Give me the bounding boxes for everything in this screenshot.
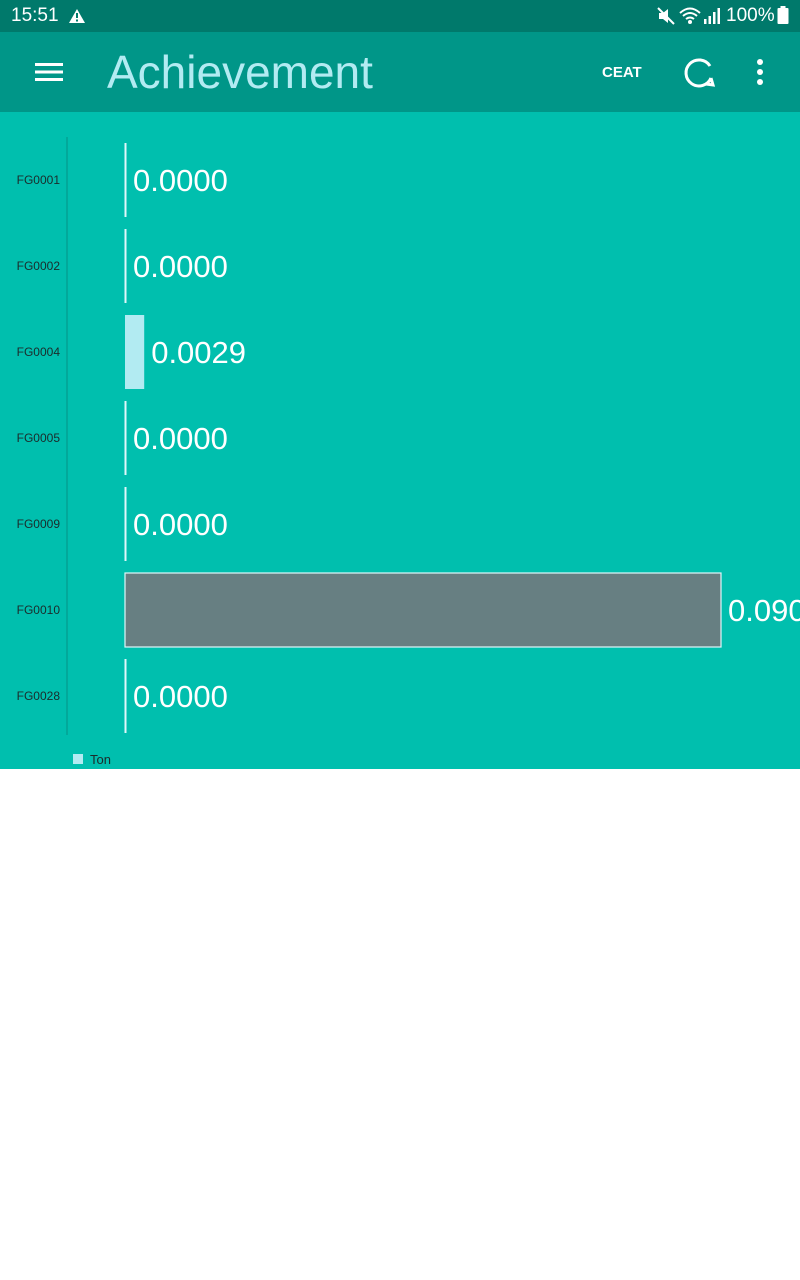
- signal-icon: [704, 8, 720, 24]
- mute-icon: [657, 7, 675, 25]
- hamburger-glyph: [35, 63, 63, 81]
- ceat-logo: CEAT: [602, 64, 642, 81]
- warning-icon: [69, 9, 85, 23]
- page-title: Achievement: [107, 46, 373, 98]
- status-time: 15:51: [11, 5, 59, 26]
- value-label: 0.0000: [133, 163, 228, 198]
- bar-FG0004: [125, 315, 145, 389]
- wifi-icon: [679, 7, 701, 24]
- category-label: FG0004: [17, 345, 61, 359]
- value-label: 0.090: [728, 593, 800, 628]
- category-label: FG0005: [17, 431, 61, 445]
- more-vert-icon[interactable]: [748, 56, 772, 88]
- category-label: FG0028: [17, 689, 61, 703]
- value-label: 0.0000: [133, 507, 228, 542]
- ceat-logo-text: CEAT: [602, 64, 642, 81]
- value-label: 0.0000: [133, 421, 228, 456]
- bar-chart-svg: FG0001 0.0000 FG0002 0.0000 FG0004 0.0029 FG00…: [17, 137, 800, 767]
- menu-icon[interactable]: [26, 52, 72, 92]
- achievement-chart: FG0001 0.0000 FG0002 0.0000 FG0004 0.0029 FG00…: [0, 112, 800, 769]
- legend-swatch: [73, 754, 83, 764]
- bar-FG0010: [124, 572, 722, 648]
- category-label: FG0001: [17, 173, 61, 187]
- refresh-icon[interactable]: [680, 54, 718, 92]
- value-label: 0.0000: [133, 249, 228, 284]
- value-label: 0.0029: [151, 335, 246, 370]
- category-label: FG0002: [17, 259, 61, 273]
- category-label: FG0010: [17, 603, 61, 617]
- battery-percentage: 100%: [726, 5, 775, 26]
- value-label: 0.0000: [133, 679, 228, 714]
- category-label: FG0009: [17, 517, 61, 531]
- legend-label: Ton: [90, 752, 111, 767]
- app-bar: Achievement CEAT: [0, 32, 800, 112]
- status-bar: 15:51 100%: [0, 0, 800, 32]
- battery-icon: [777, 6, 789, 24]
